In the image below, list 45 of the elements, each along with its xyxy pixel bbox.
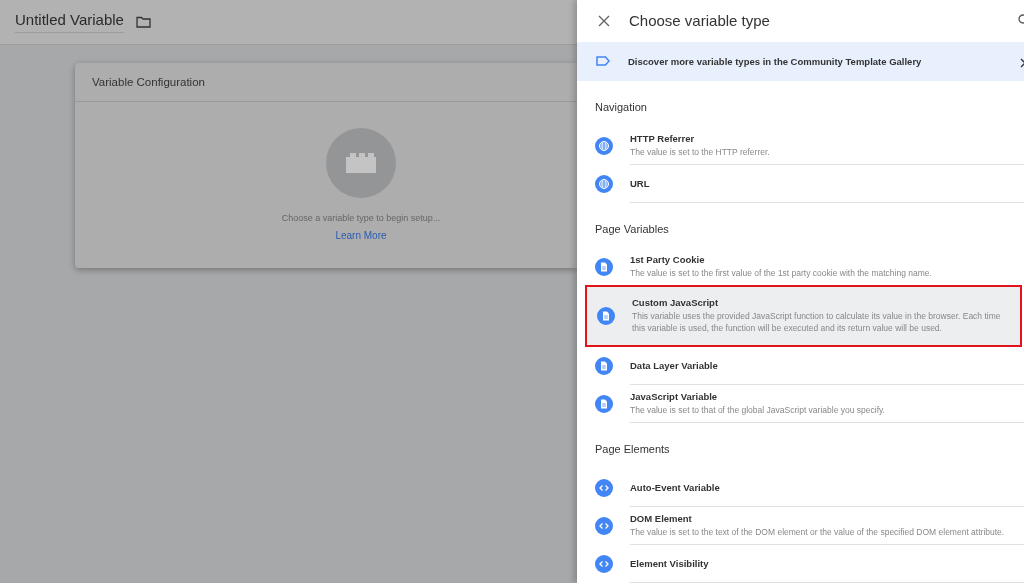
chevron-icon bbox=[1020, 57, 1024, 68]
code-icon bbox=[595, 555, 613, 573]
type-name: DOM Element bbox=[630, 512, 693, 524]
gallery-banner[interactable]: Discover more variable types in the Community Template Gallery bbox=[577, 41, 1024, 82]
type-name: 1st Party Cookie bbox=[630, 253, 706, 265]
section-heading: Navigation bbox=[594, 100, 648, 116]
variable-type-item[interactable]: 1st Party Cookie The value is set to the first value of the 1st party cookie with the matching name. bbox=[577, 249, 1024, 286]
variable-type-item[interactable]: HTTP Referrer The value is set to the HTTP referrer. bbox=[577, 127, 1024, 166]
panel-title: Choose variable type bbox=[629, 12, 770, 30]
section-heading: Page Variables bbox=[594, 222, 670, 238]
variable-type-item[interactable]: DOM Element The value is set to the text of the DOM element or the value of the specified DOM element attribute. bbox=[577, 507, 1024, 545]
type-description: The value is set to the HTTP referrer. bbox=[630, 146, 771, 159]
empty-hint: Choose a variable type to begin setup... bbox=[281, 213, 441, 223]
document-icon bbox=[595, 357, 613, 375]
code-icon bbox=[595, 517, 613, 535]
variable-type-item[interactable]: URL bbox=[577, 165, 1024, 204]
document-icon bbox=[595, 395, 613, 413]
type-name: URL bbox=[630, 178, 651, 190]
type-description: This variable uses the provided JavaScript function to calculate its value in the browser. Each time this variable is used, the function will be executed and its return value will be used. bbox=[632, 311, 1002, 334]
variable-type-item[interactable]: JavaScript Variable The value is set to that of the global JavaScript variable you specify. bbox=[577, 385, 1024, 423]
card-title: Variable Configuration bbox=[92, 76, 205, 88]
globe-icon bbox=[595, 175, 613, 194]
type-name: Custom JavaScript bbox=[632, 297, 720, 309]
type-name: Data Layer Variable bbox=[630, 360, 719, 371]
type-description: The value is set to the text of the DOM element or the value of the specified DOM element attribute. bbox=[630, 526, 1006, 539]
type-name: HTTP Referrer bbox=[630, 132, 696, 144]
type-name: Auto-Event Variable bbox=[630, 482, 721, 493]
variable-type-item[interactable]: Element Visibility bbox=[577, 545, 1024, 583]
folder-icon[interactable] bbox=[135, 16, 151, 28]
section-heading: Page Elements bbox=[594, 442, 671, 457]
type-description: The value is set to the first value of the 1st party cookie with the matching name. bbox=[630, 267, 933, 280]
type-description: The value is set to that of the global JavaScript variable you specify. bbox=[630, 404, 886, 417]
type-name: Element Visibility bbox=[630, 558, 710, 569]
variable-type-item[interactable] bbox=[585, 285, 1022, 347]
banner-text: Discover more variable types in the Community Template Gallery bbox=[628, 56, 922, 67]
globe-icon bbox=[595, 137, 613, 156]
close-button[interactable] bbox=[597, 13, 611, 28]
type-name: JavaScript Variable bbox=[630, 390, 719, 402]
document-icon bbox=[595, 258, 613, 277]
tag-icon bbox=[596, 56, 610, 67]
code-icon bbox=[595, 479, 613, 497]
variable-name-field[interactable]: Untitled Variable bbox=[15, 11, 124, 33]
variable-type-item[interactable]: Data Layer Variable bbox=[577, 347, 1024, 385]
document-icon bbox=[597, 307, 615, 326]
variable-type-item[interactable]: Auto-Event Variable bbox=[577, 469, 1024, 507]
